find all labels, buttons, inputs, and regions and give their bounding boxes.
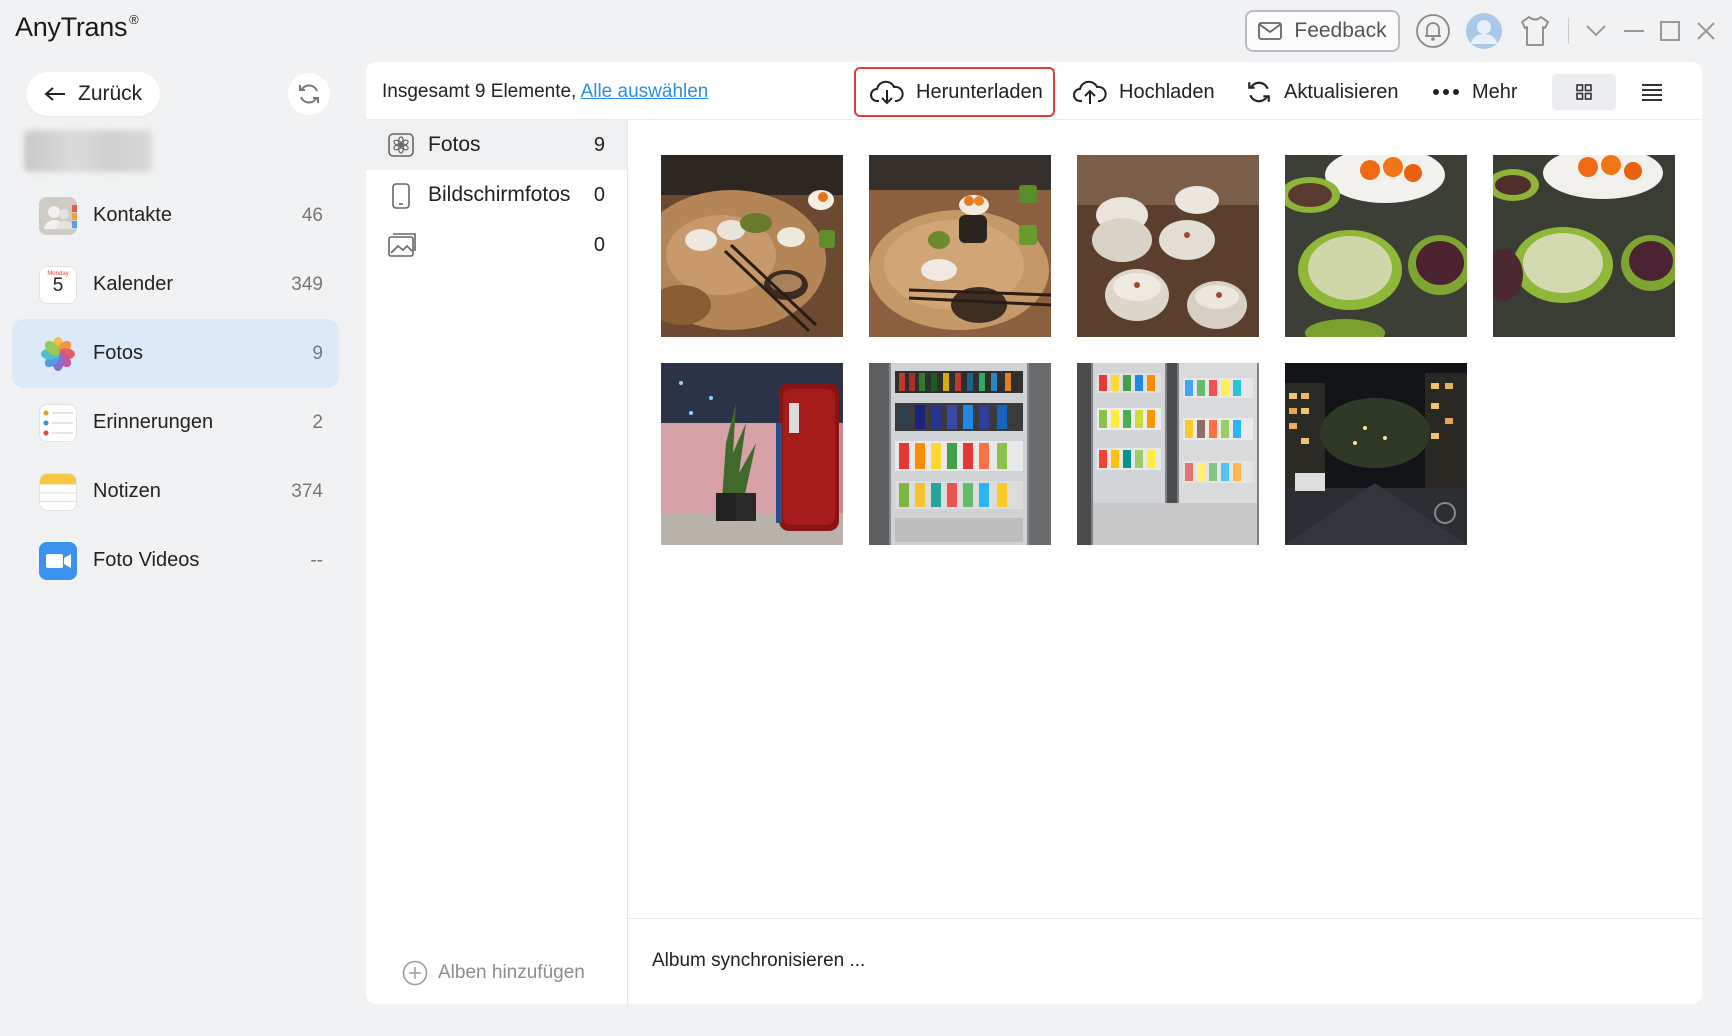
- photos-icon: [39, 335, 77, 373]
- arrow-left-icon: [44, 87, 65, 101]
- album-item-bildschirmfotos[interactable]: Bildschirmfotos 0: [366, 170, 627, 220]
- photo-thumbnail[interactable]: [869, 363, 1051, 545]
- photos-album-icon: [388, 133, 414, 162]
- feedback-label: Feedback: [1294, 19, 1387, 42]
- album-list: Fotos 9 Bildschirmfotos 0 0 Alben hinzuf…: [366, 120, 628, 1004]
- minimize-icon[interactable]: [1620, 18, 1648, 44]
- app-title: AnyTrans ®: [15, 12, 139, 42]
- refresh-icon: [1248, 81, 1270, 103]
- video-icon: [39, 542, 77, 580]
- album-count: 0: [593, 233, 605, 256]
- screenshot-icon: [392, 183, 410, 214]
- sidebar-item-count: --: [310, 549, 323, 571]
- album-item-unnamed[interactable]: 0: [366, 220, 627, 270]
- download-label: Herunterladen: [916, 80, 1043, 103]
- close-icon[interactable]: [1692, 18, 1720, 44]
- more-button[interactable]: Mehr: [1432, 67, 1518, 117]
- album-count: 0: [593, 183, 605, 206]
- photo-thumbnail[interactable]: [1285, 155, 1467, 337]
- total-label: Insgesamt 9 Elemente,: [382, 81, 577, 102]
- photo-thumbnail[interactable]: [869, 155, 1051, 337]
- main-panel: Insgesamt 9 Elemente, Alle auswählen Her…: [366, 62, 1702, 1004]
- notes-icon: [39, 473, 77, 511]
- select-all-link[interactable]: Alle auswählen: [581, 81, 709, 102]
- sidebar-item-count: 374: [291, 480, 323, 502]
- skin-shirt-icon[interactable]: [1516, 12, 1554, 50]
- photo-thumbnail[interactable]: [1077, 155, 1259, 337]
- sidebar-item-count: 46: [301, 204, 323, 226]
- sidebar-item-foto-videos[interactable]: Foto Videos --: [12, 526, 339, 595]
- photo-thumbnail[interactable]: [661, 155, 843, 337]
- add-album-button[interactable]: Alben hinzufügen: [402, 960, 585, 986]
- toolbar: Insgesamt 9 Elemente, Alle auswählen Her…: [366, 62, 1702, 120]
- more-label: Mehr: [1472, 80, 1518, 103]
- sidebar-item-count: 9: [312, 342, 323, 364]
- calendar-day: 5: [52, 275, 64, 296]
- add-album-label: Alben hinzufügen: [438, 962, 585, 983]
- plus-circle-icon: [402, 960, 428, 986]
- refresh-button[interactable]: Aktualisieren: [1246, 67, 1399, 117]
- upload-label: Hochladen: [1119, 80, 1215, 103]
- maximize-icon[interactable]: [1656, 18, 1684, 44]
- grid-view-toggle[interactable]: [1552, 74, 1616, 110]
- list-icon: [1642, 84, 1662, 101]
- calendar-icon: Monday 5: [39, 266, 77, 304]
- device-name-blurred: [24, 130, 152, 172]
- total-count: Insgesamt 9 Elemente, Alle auswählen: [382, 81, 708, 103]
- refresh-label: Aktualisieren: [1284, 80, 1399, 103]
- sidebar-item-erinnerungen[interactable]: Erinnerungen 2: [12, 388, 339, 457]
- device-refresh-button[interactable]: [288, 73, 330, 115]
- title-bar: AnyTrans ® Feedback: [0, 0, 1732, 62]
- reminders-icon: [39, 404, 77, 442]
- back-button[interactable]: Zurück: [26, 72, 160, 116]
- album-label: Fotos: [428, 133, 481, 156]
- sidebar-item-label: Foto Videos: [93, 549, 200, 571]
- album-footer: Album synchronisieren ...: [628, 918, 1702, 1004]
- photo-thumbnail[interactable]: [1285, 363, 1467, 545]
- sidebar-category-list: Kontakte 46 Monday 5 Kalender 349 Fotos …: [12, 181, 339, 595]
- sidebar-item-kalender[interactable]: Monday 5 Kalender 349: [12, 250, 339, 319]
- sidebar-item-label: Kontakte: [93, 204, 172, 226]
- image-icon: [388, 233, 416, 262]
- sidebar-item-label: Notizen: [93, 480, 161, 502]
- mail-icon: [1258, 22, 1283, 40]
- titlebar-divider: [1568, 18, 1569, 44]
- list-view-toggle[interactable]: [1632, 74, 1672, 110]
- album-count: 9: [593, 133, 605, 156]
- sidebar-item-fotos[interactable]: Fotos 9: [12, 319, 339, 388]
- album-item-fotos[interactable]: Fotos 9: [366, 120, 627, 170]
- sidebar-item-count: 349: [291, 273, 323, 295]
- more-dots-icon: [1433, 89, 1459, 95]
- grid-icon: [1576, 84, 1592, 100]
- sidebar-item-kontakte[interactable]: Kontakte 46: [12, 181, 339, 250]
- contacts-icon: [39, 197, 77, 235]
- refresh-icon: [299, 84, 319, 104]
- album-label: Bildschirmfotos: [428, 183, 571, 206]
- cloud-download-icon: [870, 80, 904, 105]
- user-avatar-icon[interactable]: [1464, 11, 1504, 51]
- notification-bell-icon[interactable]: [1414, 12, 1452, 50]
- cloud-upload-icon: [1073, 80, 1107, 104]
- back-label: Zurück: [78, 82, 143, 105]
- photo-thumbnail[interactable]: [661, 363, 843, 545]
- download-button[interactable]: Herunterladen: [854, 67, 1055, 117]
- photo-thumbnail[interactable]: [1077, 363, 1259, 545]
- sidebar-item-notizen[interactable]: Notizen 374: [12, 457, 339, 526]
- sync-album-label[interactable]: Album synchronisieren ...: [652, 950, 865, 972]
- upload-button[interactable]: Hochladen: [1073, 67, 1215, 117]
- sidebar-item-label: Kalender: [93, 273, 174, 295]
- feedback-button[interactable]: Feedback: [1245, 10, 1400, 52]
- sidebar-item-label: Fotos: [93, 342, 144, 364]
- sidebar-item-label: Erinnerungen: [93, 411, 214, 433]
- photo-thumbnail[interactable]: [1493, 155, 1675, 337]
- chevron-down-icon[interactable]: [1582, 18, 1610, 44]
- sidebar-item-count: 2: [312, 411, 323, 433]
